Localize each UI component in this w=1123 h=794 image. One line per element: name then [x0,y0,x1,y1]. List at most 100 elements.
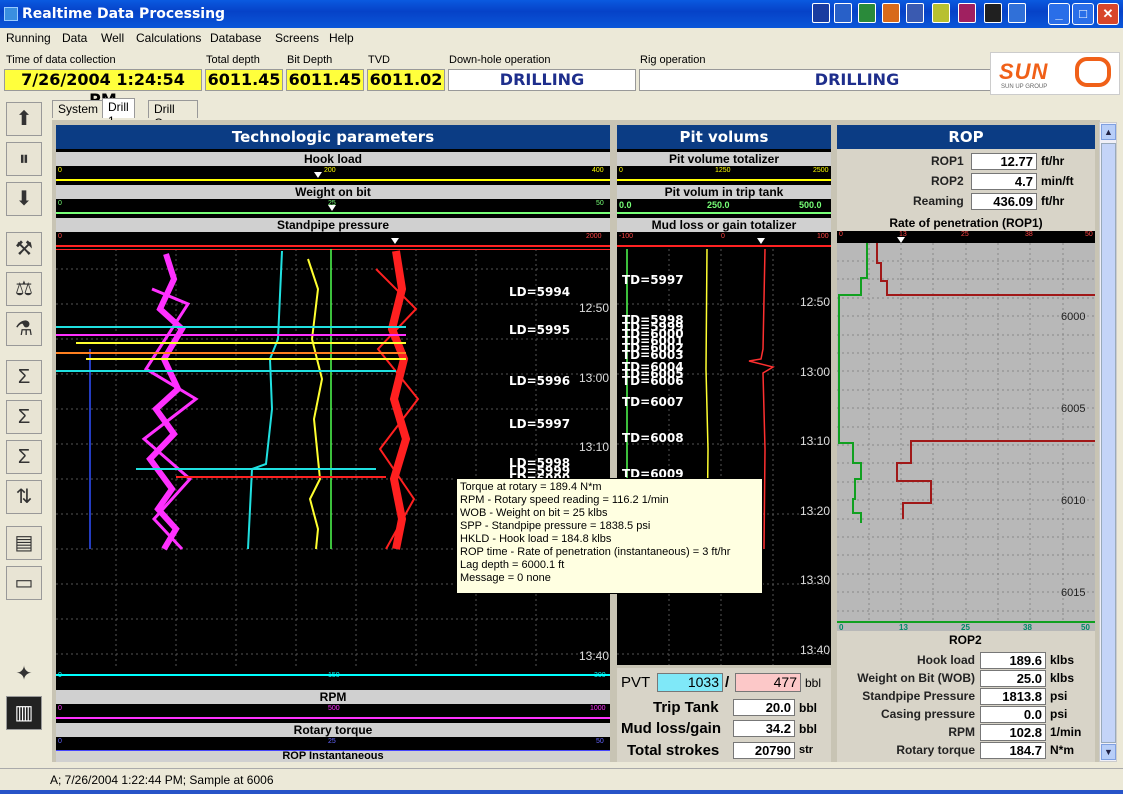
menu-screens[interactable]: Screens [275,31,319,45]
status-text: A; 7/26/2004 1:22:44 PM; Sample at 6006 [50,773,274,787]
menu-database[interactable]: Database [210,31,261,45]
tab-drill1[interactable]: Drill 1 [102,98,135,128]
rop-title: ROP [837,125,1095,149]
menu-calculations[interactable]: Calculations [136,31,201,45]
hook-load-label: Hook load [56,152,610,166]
depth-tick: 6005 [1061,403,1086,415]
scale-tick: 2500 [813,167,829,174]
rop2-value: 4.7 [971,173,1037,190]
td-label: TD=6003 [622,348,684,362]
scroll-down-icon[interactable]: ▼ [1101,744,1116,760]
scale-tick: 25 [961,623,970,632]
trip-out-icon[interactable]: ⬇ [6,182,42,216]
close-icon[interactable]: ✕ [1097,3,1119,25]
time-tick: 13:00 [800,365,831,379]
pit-curves-chart [617,249,831,665]
scale-tick: 100 [817,233,829,240]
trip-in-icon[interactable]: ⬆ [6,102,42,136]
param-unit: psi [1050,689,1068,703]
computer-icon[interactable]: ▭ [6,566,42,600]
param-label: Weight on Bit (WOB) [857,671,975,685]
tray-icon-7[interactable] [958,3,976,23]
scroll-up-icon[interactable]: ▲ [1101,124,1116,140]
minimize-icon[interactable]: _ [1048,3,1070,25]
taskbar-strip [0,790,1123,794]
time-tick: 13:30 [800,573,831,587]
str-sum-icon[interactable]: Σ [6,400,42,434]
rop-chart [837,243,1095,621]
rpm-label: RPM [56,690,610,704]
rop-top-scale: 0 13 25 38 50 [837,231,1095,243]
mud-icon[interactable]: ⚗ [6,312,42,346]
td-label: TD=6009 [622,467,684,477]
ld-label: LD=5995 [509,323,571,337]
tab-drill-curves[interactable]: Drill Curves [148,100,199,130]
rpm-sum-icon[interactable]: Σ [6,440,42,474]
mudloss-label: Mud loss/gain [621,720,722,737]
logo-sub: SUN UP GROUP [1001,84,1048,90]
ld-label: LD=5994 [509,285,571,299]
reaming-label: Reaming [913,194,964,208]
rop-chart-label: Rate of penetration (ROP1) [837,216,1095,230]
mudloss-value: 34.2 [733,720,795,737]
bit-depth-label: Bit Depth [287,54,333,66]
param-value: 1813.8 [980,688,1046,705]
scale-tick: 50 [1081,623,1090,632]
menu-running[interactable]: Running [6,31,51,45]
menu-help[interactable]: Help [329,31,354,45]
wob-scale: 0 25 50 [56,199,610,216]
scale-tick: 1000 [590,705,606,712]
torque-label: Rotary torque [56,723,610,737]
total-depth-value: 6011.45 [205,69,283,91]
gain-sum-icon[interactable]: Σ [6,360,42,394]
td-label: TD=6006 [622,374,684,388]
scale-tick: 2000 [586,233,602,240]
time-tick: 13:10 [800,434,831,448]
scale-tick: 0 [839,623,844,632]
keyboard-icon[interactable]: ▥ [6,696,42,730]
scale-tick: 0 [619,167,623,174]
spp-label: Standpipe pressure [56,218,610,232]
scroll-thumb[interactable] [1101,143,1116,743]
tooltip-line: Lag depth = 6000.1 ft [460,559,565,571]
pvt-label: Pit volume totalizer [617,152,831,166]
wob-label: Weight on bit [56,185,610,199]
status-bar: A; 7/26/2004 1:22:44 PM; Sample at 6006 [0,768,1123,790]
pumping-cycle-icon[interactable]: ⇅ [6,480,42,514]
drilling-icon[interactable]: ⚒ [6,232,42,266]
reaming-unit: ft/hr [1041,194,1065,208]
depth-tick: 6000 [1061,311,1086,323]
scale-tick: 200 [324,167,336,174]
vertical-scrollbar[interactable]: ▲ ▼ [1099,122,1117,762]
database-icon[interactable]: ▤ [6,526,42,560]
tray-icon-9[interactable] [1008,3,1026,23]
word-icon[interactable] [834,3,852,23]
excel-icon[interactable] [858,3,876,23]
tvd-value: 6011.02 [367,69,445,91]
tray-icon-1[interactable] [812,3,830,23]
monitor-icon[interactable] [984,3,1002,23]
pvt-unit: bbl [805,676,822,690]
globe-icon: ✦ [15,663,33,685]
menu-well[interactable]: Well [101,31,124,45]
tray-icon-6[interactable] [932,3,950,23]
scale-tick: 500.0 [799,200,822,210]
rpm-top-scale: 0 150 300 [56,671,610,688]
scale-tick: 25 [961,231,969,238]
time-tick: 13:00 [579,371,610,385]
window-title: Realtime Data Processing [22,6,226,22]
powerpoint-icon[interactable] [882,3,900,23]
balance-icon[interactable]: ⚖ [6,272,42,306]
app-icon [4,7,18,21]
scale-tick: 400 [592,167,604,174]
param-unit: N*m [1050,743,1075,757]
menu-data[interactable]: Data [62,31,87,45]
param-unit: psi [1050,707,1068,721]
scale-tick: 0 [58,233,62,240]
tab-system[interactable]: System [52,100,105,118]
pvt-separator: / [725,674,730,691]
maximize-icon[interactable]: □ [1072,3,1094,25]
tray-icon-5[interactable] [906,3,924,23]
time-label: Time of data collection [6,54,116,66]
trip-pause-icon[interactable]: ⏸ [6,142,42,176]
